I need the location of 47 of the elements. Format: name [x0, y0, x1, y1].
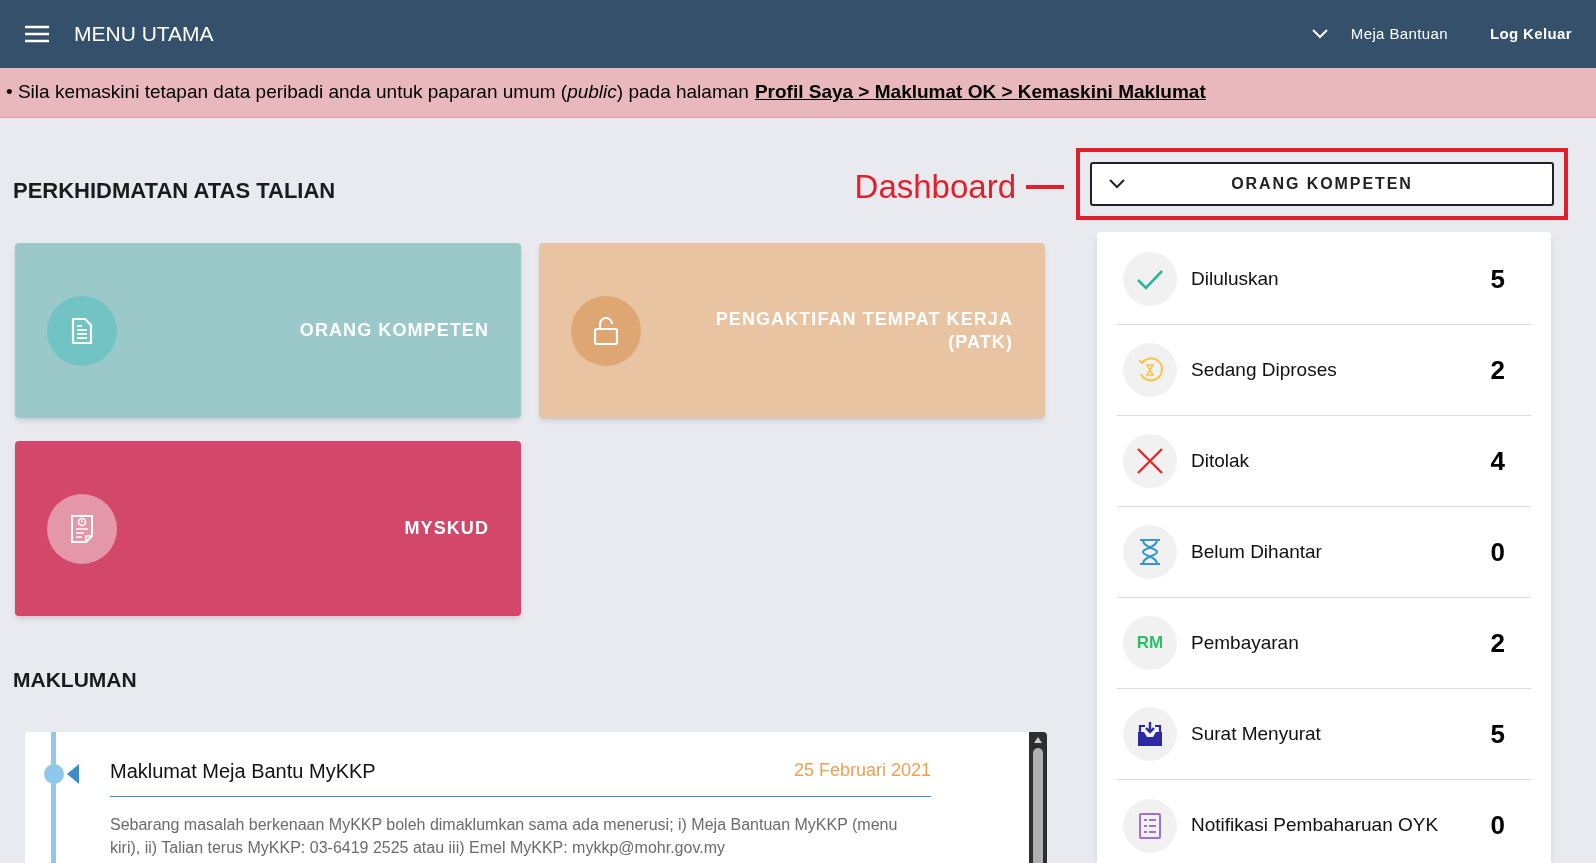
- unlocked-padlock-icon: [593, 315, 619, 346]
- hourglass-refresh-icon: [1136, 356, 1164, 384]
- chevron-down-icon[interactable]: [1310, 28, 1329, 40]
- scroll-up-arrow-icon[interactable]: [1033, 735, 1043, 744]
- status-count[interactable]: 5: [1465, 259, 1505, 299]
- announcement-text: Sebarang masalah berkenaan MyKKP boleh dimaklumkan sama ada menerusi; i) Meja Bantuan MyKKP (menu kiri), ii) Talian terus MyKKP: 03-6419 2525 atau iii) Emel MyKKP: mykkp@mohr.gov.my: [110, 814, 899, 858]
- status-count[interactable]: 5: [1465, 714, 1505, 754]
- dashboard-dropdown[interactable]: ORANG KOMPETEN: [1090, 162, 1554, 206]
- status-count[interactable]: 2: [1465, 350, 1505, 390]
- status-count[interactable]: 2: [1465, 623, 1505, 663]
- report-document-icon: [69, 513, 95, 544]
- notice-text: • Sila kemaskini tetapan data peribadi anda untuk paparan umum (public) pada halaman: [6, 80, 749, 105]
- checkmark-icon: [1136, 268, 1164, 290]
- status-count[interactable]: 4: [1465, 441, 1505, 481]
- chevron-down-icon: [1108, 178, 1126, 190]
- currency-icon: RM: [1136, 630, 1164, 656]
- card-label: MYSKUD: [403, 517, 489, 540]
- annotation-label: Dashboard: [854, 167, 1016, 207]
- card-label: ORANG KOMPETEN: [298, 319, 489, 342]
- annotation-dash: [1026, 184, 1064, 189]
- profile-link[interactable]: Profil Saya > Maklumat OK > Kemaskini Maklumat: [754, 78, 1206, 107]
- cross-icon: [1136, 447, 1164, 475]
- help-link[interactable]: Meja Bantuan: [1350, 22, 1448, 46]
- card-label: PENGAKTIFAN TEMPAT KERJA (PATK): [714, 307, 1013, 354]
- announcement-title: Maklumat Meja Bantu MyKKP: [110, 758, 376, 784]
- status-label: Pembayaran: [1191, 630, 1300, 655]
- service-card[interactable]: MYSKUD: [15, 441, 521, 616]
- logout-link[interactable]: Log Keluar: [1489, 22, 1572, 46]
- status-label: Diluluskan: [1191, 266, 1280, 291]
- inbox-download-icon: [1136, 720, 1164, 748]
- status-label: Sedang Diproses: [1191, 357, 1338, 382]
- status-label: Ditolak: [1191, 448, 1251, 473]
- menu-icon[interactable]: [24, 24, 50, 44]
- status-count[interactable]: 0: [1465, 532, 1505, 572]
- scrollbar[interactable]: [1029, 731, 1047, 863]
- announcement-date: 25 Februari 2021: [793, 759, 931, 782]
- menu-title: MENU UTAMA: [74, 21, 214, 48]
- status-label: Belum Dihantar: [1191, 539, 1323, 564]
- status-label: Notifikasi Pembaharuan OYK: [1191, 813, 1440, 838]
- timeline-marker: [43, 761, 81, 786]
- checklist-icon: [1138, 811, 1162, 840]
- status-label: Surat Menyurat: [1191, 721, 1322, 746]
- hourglass-icon: [1138, 538, 1162, 566]
- document-icon: [70, 316, 94, 345]
- section-title: PERKHIDMATAN ATAS TALIAN: [13, 177, 336, 205]
- section-title: MAKLUMAN: [13, 667, 137, 693]
- status-count[interactable]: 0: [1465, 806, 1505, 845]
